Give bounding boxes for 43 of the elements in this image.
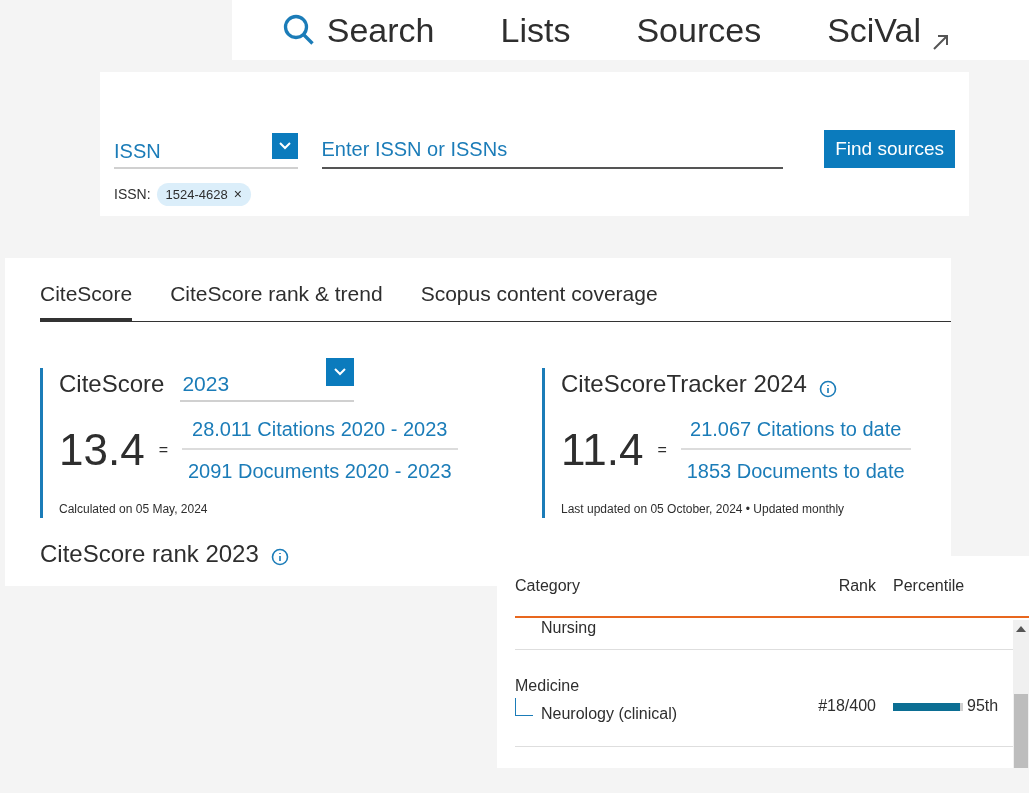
scroll-up-icon[interactable] xyxy=(1016,625,1026,632)
citations-link[interactable]: 28.011 Citations 2020 - 2023 xyxy=(186,413,454,448)
tab[interactable]: CiteScore rank & trend xyxy=(170,278,383,322)
score-value: 13.4 xyxy=(59,427,145,472)
subcategory-name: Neurology (clinical) xyxy=(541,703,678,724)
nav-link[interactable]: SciVal xyxy=(827,4,951,56)
score-note: Last updated on 05 October, 2024 • Updated monthly xyxy=(561,500,846,518)
subcategory-name: Nursing xyxy=(541,618,597,636)
find-sources-button[interactable]: Find sources xyxy=(824,130,955,168)
nav-link[interactable]: Sources xyxy=(636,4,762,56)
citations-link[interactable]: 21.067 Citations to date xyxy=(684,413,908,448)
score-title: CiteScore xyxy=(59,368,165,399)
nav-link[interactable]: Search xyxy=(280,4,435,56)
equals-sign: = xyxy=(657,439,667,460)
nav-link[interactable]: Lists xyxy=(500,4,571,56)
scrollbar-thumb[interactable] xyxy=(1014,693,1028,768)
issn-filter-chip: 1524-4628 × xyxy=(156,183,251,206)
rank-title: CiteScore rank 2023 xyxy=(40,538,259,569)
column-header: Category xyxy=(515,575,581,596)
tab[interactable]: Scopus content coverage xyxy=(420,278,658,322)
rank-value: #18/400 xyxy=(817,695,876,716)
filter-label: ISSN: xyxy=(114,185,151,204)
score-note: Calculated on 05 May, 2024 xyxy=(59,500,209,518)
dropdown-caret-icon xyxy=(326,357,355,386)
documents-link[interactable]: 2091 Documents 2020 - 2023 xyxy=(182,449,458,486)
remove-chip-button[interactable]: × xyxy=(233,184,242,205)
category-name: Medicine xyxy=(515,675,581,696)
info-icon[interactable] xyxy=(818,379,837,398)
info-icon[interactable] xyxy=(270,547,289,566)
year-dropdown[interactable]: 2023 xyxy=(180,357,355,402)
tab[interactable]: CiteScore xyxy=(40,278,133,322)
dropdown-caret-icon xyxy=(271,133,298,159)
tree-connector xyxy=(515,697,533,716)
equals-sign: = xyxy=(158,439,168,460)
column-header: Rank xyxy=(837,575,876,596)
column-header: Percentile xyxy=(893,575,965,596)
field-type-dropdown[interactable]: ISSN xyxy=(114,133,298,169)
percentile-value: 95th xyxy=(967,695,999,716)
scrollbar[interactable] xyxy=(1013,619,1029,768)
score-title: CiteScoreTracker 2024 xyxy=(561,368,807,399)
documents-link[interactable]: 1853 Documents to date xyxy=(680,449,911,486)
score-value: 11.4 xyxy=(561,427,644,472)
issn-input-field[interactable]: Enter ISSN or ISSNs xyxy=(321,131,784,169)
